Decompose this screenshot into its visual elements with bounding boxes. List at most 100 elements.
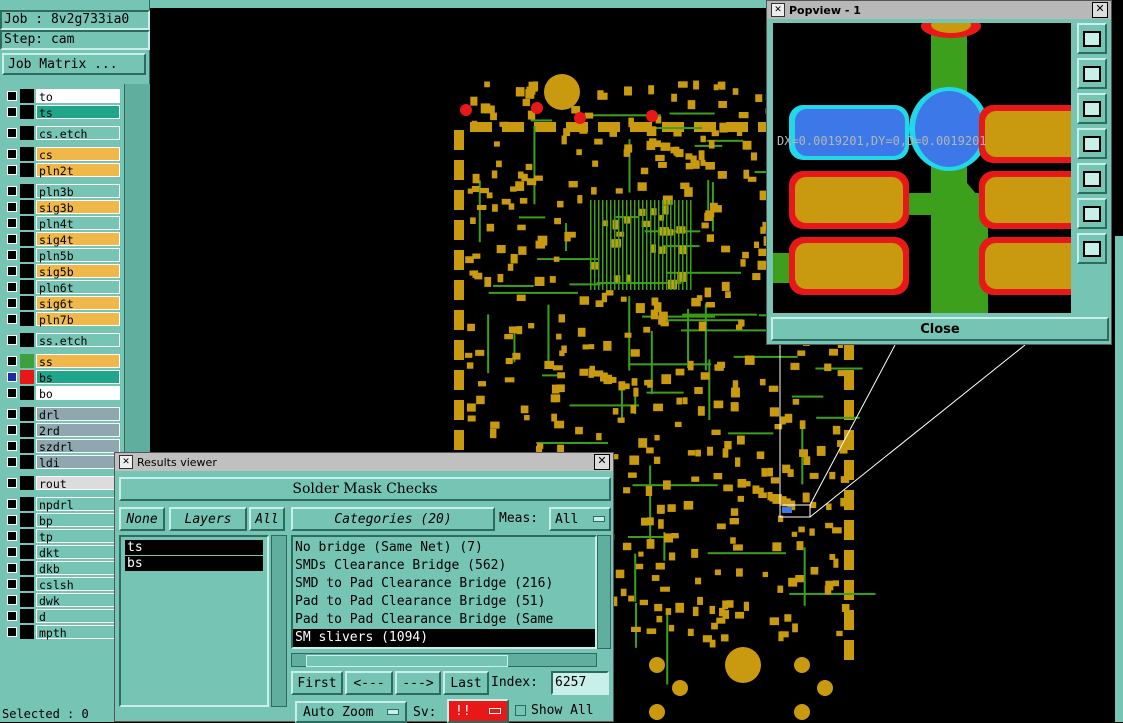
popview-canvas[interactable]: DX=0.0019201,DY=0,D=0.0019201 (773, 23, 1071, 313)
categories-hscroll[interactable] (291, 653, 597, 667)
category-item[interactable]: SMDs Clearance Bridge (562) (293, 557, 595, 575)
layer-checkbox[interactable] (7, 202, 17, 212)
zoom-in-icon[interactable] (1077, 58, 1107, 89)
category-item[interactable]: SMD to Pad Clearance Bridge (216) (293, 575, 595, 593)
none-button[interactable]: None (119, 507, 165, 531)
layer-color-swatch[interactable] (20, 561, 34, 575)
layer-results-list[interactable]: ts bs (119, 535, 269, 707)
zoom-home-icon[interactable] (1077, 23, 1107, 54)
window-menu-icon[interactable]: ✕ (771, 3, 785, 17)
layer-checkbox[interactable] (7, 627, 17, 637)
layer-row-sig4t[interactable]: sig4t (2, 231, 120, 247)
layer-row-ss[interactable]: ss (2, 353, 120, 369)
show-all-checkbox[interactable] (515, 705, 526, 716)
layer-row-pln7b[interactable]: pln7b (2, 311, 120, 327)
prev-button[interactable]: <--- (345, 671, 393, 695)
meas-select[interactable]: All (549, 507, 611, 531)
auto-zoom-select[interactable]: Auto Zoom (295, 701, 407, 723)
layer-checkbox[interactable] (7, 356, 17, 366)
index-input[interactable]: 6257 (551, 671, 609, 695)
first-button[interactable]: First (291, 671, 343, 695)
layer-row-npdrl[interactable]: npdrl (2, 496, 120, 512)
layer-color-swatch[interactable] (20, 184, 34, 198)
layer-checkbox[interactable] (7, 579, 17, 589)
layer-row-cs[interactable]: cs (2, 146, 120, 162)
layer-color-swatch[interactable] (20, 455, 34, 469)
layer-row-sig3b[interactable]: sig3b (2, 199, 120, 215)
layers-button[interactable]: Layers (169, 507, 247, 531)
layer-checkbox[interactable] (7, 611, 17, 621)
layer-row-pln5b[interactable]: pln5b (2, 247, 120, 263)
layer-color-swatch[interactable] (20, 216, 34, 230)
all-button[interactable]: All (249, 507, 285, 531)
layer-checkbox[interactable] (7, 91, 17, 101)
layer-color-swatch[interactable] (20, 577, 34, 591)
layer-checkbox[interactable] (7, 441, 17, 451)
layer-color-swatch[interactable] (20, 529, 34, 543)
layer-checkbox[interactable] (7, 563, 17, 573)
window-menu-icon[interactable]: ✕ (119, 455, 133, 469)
layer-row-tp[interactable]: tp (2, 528, 120, 544)
layer-checkbox[interactable] (7, 218, 17, 228)
layer-checkbox[interactable] (7, 409, 17, 419)
layer-color-swatch[interactable] (20, 497, 34, 511)
layer-row-2rd[interactable]: 2rd (2, 422, 120, 438)
category-item[interactable]: Pad to Pad Clearance Bridge (51) (293, 593, 595, 611)
layer-checkbox[interactable] (7, 547, 17, 557)
categories-list[interactable]: No bridge (Same Net) (7) SMDs Clearance B… (291, 535, 597, 649)
layer-color-swatch[interactable] (20, 625, 34, 639)
layer-checkbox[interactable] (7, 186, 17, 196)
layer-color-swatch[interactable] (20, 147, 34, 161)
layer-color-swatch[interactable] (20, 609, 34, 623)
layer-color-swatch[interactable] (20, 370, 34, 384)
layer-color-swatch[interactable] (20, 386, 34, 400)
layer-checkbox[interactable] (7, 107, 17, 117)
layer-row-pln3b[interactable]: pln3b (2, 183, 120, 199)
layer-row-bs[interactable]: bs (2, 369, 120, 385)
layer-row-bp[interactable]: bp (2, 512, 120, 528)
category-item[interactable]: No bridge (Same Net) (7) (293, 539, 595, 557)
layer-row-sig5b[interactable]: sig5b (2, 263, 120, 279)
layer-checkbox[interactable] (7, 282, 17, 292)
categories-vscroll[interactable] (597, 535, 611, 649)
close-icon[interactable]: ✕ (1092, 2, 1108, 18)
layer-color-swatch[interactable] (20, 200, 34, 214)
layer-color-swatch[interactable] (20, 248, 34, 262)
list-item[interactable]: bs (125, 556, 263, 571)
layer-row-ldi[interactable]: ldi (2, 454, 120, 470)
layer-row-d[interactable]: d (2, 608, 120, 624)
category-item[interactable]: Pad to Pad Clearance Bridge (Same (293, 611, 595, 629)
layer-row-szdrl[interactable]: szdrl (2, 438, 120, 454)
popview-close-button[interactable]: Close (771, 317, 1109, 341)
layer-color-swatch[interactable] (20, 105, 34, 119)
layer-checkbox[interactable] (7, 457, 17, 467)
pan-right-icon[interactable] (1077, 163, 1107, 194)
layer-row-pln4t[interactable]: pln4t (2, 215, 120, 231)
layer-color-swatch[interactable] (20, 163, 34, 177)
layer-color-swatch[interactable] (20, 423, 34, 437)
severity-select[interactable]: !! (447, 699, 509, 723)
layer-checkbox[interactable] (7, 314, 17, 324)
layer-checkbox[interactable] (7, 595, 17, 605)
layer-row-rout[interactable]: rout (2, 475, 120, 491)
layer-color-swatch[interactable] (20, 407, 34, 421)
category-item[interactable]: SM slivers (1094) (293, 629, 595, 647)
layer-checkbox[interactable] (7, 128, 17, 138)
layer-checkbox[interactable] (7, 388, 17, 398)
layer-row-dkb[interactable]: dkb (2, 560, 120, 576)
center-view-icon[interactable] (1077, 233, 1107, 264)
layer-color-swatch[interactable] (20, 312, 34, 326)
layer-color-swatch[interactable] (20, 439, 34, 453)
layer-color-swatch[interactable] (20, 593, 34, 607)
layer-checkbox[interactable] (7, 234, 17, 244)
layer-row-to[interactable]: to (2, 88, 120, 104)
layer-row-pln2t[interactable]: pln2t (2, 162, 120, 178)
layer-row-pln6t[interactable]: pln6t (2, 279, 120, 295)
layer-color-swatch[interactable] (20, 264, 34, 278)
layer-row-dkt[interactable]: dkt (2, 544, 120, 560)
layer-row-ts[interactable]: ts (2, 104, 120, 120)
layer-row-drl[interactable]: drl (2, 406, 120, 422)
layer-checkbox[interactable] (7, 425, 17, 435)
layer-color-swatch[interactable] (20, 354, 34, 368)
close-icon[interactable]: ✕ (594, 454, 610, 470)
